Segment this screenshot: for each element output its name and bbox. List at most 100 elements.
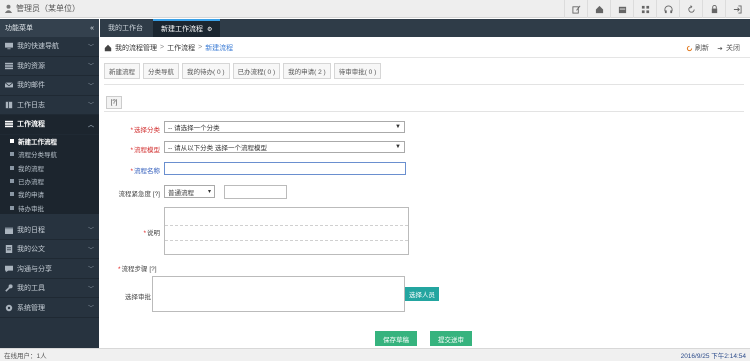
done-workflow-button[interactable]: 已办流程( 0 ): [232, 63, 281, 79]
edit-icon[interactable]: [564, 0, 587, 18]
chevron-down-icon: ﹀: [87, 103, 94, 110]
bullet-icon: [10, 152, 14, 157]
bullet-icon: [10, 165, 14, 170]
steps-label-text: 流程步骤 [?]: [121, 266, 157, 273]
refresh-icon: [686, 45, 693, 52]
user-name: 管理员（某单位）: [16, 4, 80, 13]
sidebar-sub-item[interactable]: 新建工作流程: [0, 134, 99, 148]
sidebar-sub-item[interactable]: 待办审批: [0, 200, 99, 215]
priority-extra-input[interactable]: [224, 185, 287, 199]
sidebar-item-tools[interactable]: 我的工具 ﹀: [0, 279, 99, 299]
headset-icon[interactable]: [656, 0, 679, 18]
my-requests-button[interactable]: 我的申请( 2 ): [283, 63, 331, 79]
sidebar-item-label: 沟通与分享: [17, 265, 52, 273]
priority-select[interactable]: 普通流程 ▾: [164, 185, 215, 198]
caret-down-icon: ▼: [395, 124, 401, 130]
sidebar-item-share[interactable]: 沟通与分享 ﹀: [0, 259, 99, 279]
tab-settings-icon[interactable]: ⚙: [207, 26, 212, 33]
required-mark: *: [143, 230, 146, 237]
approver-textarea[interactable]: [152, 276, 405, 312]
workflow-icon: [5, 120, 13, 128]
sidebar-item-documents[interactable]: 我的公文 ﹀: [0, 240, 99, 260]
priority-label: 流程紧急度 [?]: [118, 191, 160, 198]
sidebar-sub-label: 我的申请: [18, 192, 44, 200]
refresh-icon[interactable]: [679, 0, 702, 18]
model-select[interactable]: -- 请从以下分类 选择一个流程模型 ▼: [164, 141, 405, 153]
sidebar-item-schedule[interactable]: 我的日程 ﹀: [0, 220, 99, 240]
top-bar: 管理员（某单位）: [0, 0, 750, 18]
refresh-button[interactable]: 刷新: [686, 43, 709, 53]
sidebar-item-worklog[interactable]: 工作日志 ﹀: [0, 96, 99, 115]
sidebar-sub-item[interactable]: 我的申请: [0, 187, 99, 201]
home-icon[interactable]: [104, 44, 112, 52]
chat-icon: [5, 265, 13, 273]
new-workflow-button[interactable]: 新建流程: [104, 63, 140, 79]
save-draft-button[interactable]: 保存草稿: [375, 331, 417, 346]
book-icon: [5, 101, 13, 109]
doc-icon: [5, 245, 13, 254]
breadcrumb-current: 新建流程: [205, 44, 234, 52]
form-tab[interactable]: [?]: [106, 96, 122, 109]
sidebar-item-resources[interactable]: 我的资源 ﹀: [0, 57, 99, 76]
exit-icon[interactable]: [725, 0, 748, 18]
category-select-value: -- 请选择一个分类: [168, 125, 220, 132]
chevron-down-icon: ﹀: [87, 286, 94, 293]
bullet-icon: [10, 139, 14, 144]
divider: [104, 84, 744, 85]
grid-icon[interactable]: [633, 0, 656, 18]
required-mark: *: [130, 147, 133, 154]
description-label-text: 说明: [147, 230, 160, 237]
category-nav-button[interactable]: 分类导航: [143, 63, 179, 79]
name-input[interactable]: [164, 162, 406, 175]
current-user[interactable]: 管理员（某单位）: [0, 3, 80, 14]
category-select[interactable]: -- 请选择一个分类 ▼: [164, 121, 405, 133]
description-label: *说明: [110, 227, 160, 237]
tab-workbench[interactable]: 我的工作台: [100, 19, 151, 37]
tab-new-workflow[interactable]: 新建工作流程 ⚙: [153, 19, 221, 37]
sidebar-item-workflow[interactable]: 工作流程 ︿: [0, 115, 99, 135]
breadcrumb-home[interactable]: 我的流程管理: [115, 43, 157, 53]
sidebar-sub-label: 新建工作流程: [18, 139, 57, 147]
select-people-button[interactable]: 选择人员: [405, 287, 439, 301]
model-label-text: 流程模型: [134, 147, 160, 154]
sidebar-sub-label: 待办审批: [18, 205, 44, 213]
bullet-icon: [10, 192, 14, 197]
refresh-label: 刷新: [695, 45, 709, 52]
my-todo-button[interactable]: 我的待办( 0 ): [182, 63, 230, 79]
chevron-down-icon: ﹀: [87, 267, 94, 274]
tab-label: 我的工作台: [108, 25, 143, 32]
settings-icon: [5, 304, 13, 312]
breadcrumb-separator: >: [160, 44, 165, 51]
textarea-guide: [165, 225, 408, 226]
sidebar-sub-item[interactable]: 已办流程: [0, 174, 99, 188]
sidebar-sub-label: 已办流程: [18, 179, 44, 187]
sidebar: 功能菜单 « 我的快速导航 ﹀ 我的资源 ﹀ 我的邮件 ﹀ 工作日志 ﹀ 工作流…: [0, 19, 99, 348]
name-label: *流程名称: [110, 165, 160, 175]
sidebar-item-system[interactable]: 系统管理 ﹀: [0, 298, 99, 318]
description-textarea[interactable]: [164, 207, 409, 255]
chevron-down-icon: ﹀: [87, 247, 94, 254]
required-mark: *: [130, 127, 133, 134]
lock-icon[interactable]: [702, 0, 725, 18]
pending-approvals-button[interactable]: 待审审批( 0 ): [333, 63, 382, 79]
required-mark: *: [130, 168, 133, 175]
sidebar-sub-item[interactable]: 流程分类导航: [0, 147, 99, 162]
close-button[interactable]: 关闭: [717, 43, 740, 53]
sidebar-item-mail[interactable]: 我的邮件 ﹀: [0, 76, 99, 96]
model-select-value: -- 请从以下分类 选择一个流程模型: [168, 145, 267, 152]
status-bar: 在线用户：1人 2016/9/25 下午2:14:54: [0, 348, 750, 361]
home-icon[interactable]: [587, 0, 610, 18]
sidebar-item-quick-nav[interactable]: 我的快速导航 ﹀: [0, 37, 99, 57]
submit-button[interactable]: 提交送审: [430, 331, 472, 346]
sidebar-collapse-icon[interactable]: «: [90, 25, 94, 32]
breadcrumb: 我的流程管理 > 工作流程 > 新建流程 刷新 关闭: [100, 38, 750, 58]
exit-icon: [717, 45, 724, 52]
textarea-guide: [165, 240, 408, 241]
sidebar-sub-item[interactable]: 我的流程: [0, 161, 99, 175]
breadcrumb-mid[interactable]: 工作流程: [167, 43, 195, 53]
folder-icon[interactable]: [610, 0, 633, 18]
sidebar-header: 功能菜单 «: [0, 19, 99, 37]
chevron-down-icon: ﹀: [87, 228, 94, 235]
chevron-down-icon: ﹀: [87, 44, 94, 51]
sidebar-item-label: 我的工具: [17, 285, 45, 293]
